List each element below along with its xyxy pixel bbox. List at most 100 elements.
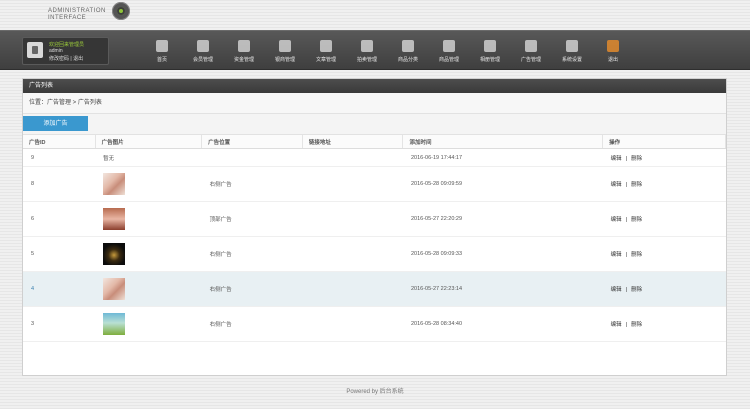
settings-icon (566, 40, 578, 52)
divider: | (625, 287, 628, 293)
edit-link[interactable]: 编辑 (611, 217, 622, 223)
nav-label: 相册管理 (479, 57, 500, 63)
nav-item-8[interactable]: 相册管理 (473, 31, 507, 69)
delete-link[interactable]: 删除 (631, 217, 642, 223)
add-ad-button[interactable]: 添加广告 (23, 116, 88, 131)
cell-link (302, 271, 403, 307)
cell-actions: 编辑 | 删除 (602, 166, 726, 202)
cell-time: 2016-05-27 22:20:29 (402, 201, 603, 237)
ad-thumbnail (103, 208, 126, 230)
cell-time: 2016-05-28 08:34:40 (402, 306, 603, 342)
brand-title: ADMINISTRATION INTERFACE (48, 8, 106, 22)
cell-time: 2016-05-28 09:09:33 (402, 236, 603, 272)
nav-item-3[interactable]: 银商管理 (268, 31, 302, 69)
cell-image: 暂无 (95, 148, 202, 167)
cell-actions: 编辑 | 删除 (602, 236, 726, 272)
users-icon (197, 40, 209, 52)
column-header: 广告位置 (201, 135, 303, 149)
goods-icon (443, 40, 455, 52)
main-navbar: 欢迎回来管理员 admin 修改密码 | 退出 首页 会员管理 资金管理 银商管理 文章… (0, 30, 750, 70)
breadcrumb: 位置：广告管理 > 广告列表 (23, 93, 726, 114)
nav-item-11[interactable]: 退出 (596, 31, 630, 69)
nav-label: 广告管理 (520, 57, 541, 63)
table-row: 9 暂无 2016-06-19 17:44:17 编辑 | 删除 (23, 148, 726, 167)
user-box: 欢迎回来管理员 admin 修改密码 | 退出 (22, 37, 109, 65)
nav-label: 会员管理 (192, 57, 213, 63)
nav-label: 商品管理 (438, 57, 459, 63)
divider: | (625, 322, 628, 328)
edit-link[interactable]: 编辑 (611, 252, 622, 258)
toolbar: 添加广告 (23, 114, 726, 135)
cell-image (95, 306, 202, 342)
edit-link[interactable]: 编辑 (611, 322, 622, 328)
cell-position: 右侧广告 (201, 271, 303, 307)
delete-link[interactable]: 删除 (631, 156, 642, 162)
cell-image (95, 166, 202, 202)
delete-link[interactable]: 删除 (631, 287, 642, 293)
column-header: 广告图片 (95, 135, 203, 149)
cell-actions: 编辑 | 删除 (602, 201, 726, 237)
nav-label: 文章管理 (315, 57, 336, 63)
cell-id: 9 (23, 148, 96, 167)
table-body: 9 暂无 2016-06-19 17:44:17 编辑 | 删除 8 右侧广告 2016-05-… (23, 148, 726, 342)
exit-icon (607, 40, 619, 52)
nav-item-1[interactable]: 会员管理 (186, 31, 220, 69)
cell-id: 5 (23, 236, 96, 272)
ad-thumbnail (103, 173, 126, 195)
category-icon (402, 40, 414, 52)
cell-image (95, 201, 202, 237)
panel-title: 广告列表 (23, 79, 726, 93)
cell-position (201, 148, 303, 167)
delete-link[interactable]: 删除 (631, 252, 642, 258)
column-header: 操作 (602, 135, 726, 149)
column-header: 链接地址 (302, 135, 404, 149)
delete-link[interactable]: 删除 (631, 322, 642, 328)
nav-item-9[interactable]: 广告管理 (514, 31, 548, 69)
nav-item-0[interactable]: 首页 (145, 31, 179, 69)
nav-item-7[interactable]: 商品管理 (432, 31, 466, 69)
edit-link[interactable]: 编辑 (611, 287, 622, 293)
ad-table: 广告ID 广告图片 广告位置 链接地址 添加时间 操作 9 暂无 2016-06-19 17:… (23, 135, 726, 342)
nav-label: 拍卖管理 (356, 57, 377, 63)
avatar (27, 42, 43, 58)
username: admin (49, 48, 63, 54)
cell-position: 顶部广告 (201, 201, 303, 237)
ad-list-panel: 广告列表 位置：广告管理 > 广告列表 添加广告 广告ID 广告图片 广告位置 链接地… (22, 78, 727, 376)
nav-label: 商品分类 (397, 57, 418, 63)
nav-item-6[interactable]: 商品分类 (391, 31, 425, 69)
nav-label: 退出 (607, 57, 618, 63)
table-header: 广告ID 广告图片 广告位置 链接地址 添加时间 操作 (23, 135, 726, 149)
delete-link[interactable]: 删除 (631, 182, 642, 188)
divider: | (625, 252, 628, 258)
home-icon (156, 40, 168, 52)
cell-position: 右侧广告 (201, 236, 303, 272)
table-row: 5 右侧广告 2016-05-28 09:09:33 编辑 | 删除 (23, 236, 726, 272)
table-row: 8 右侧广告 2016-05-28 09:09:59 编辑 | 删除 (23, 166, 726, 202)
divider: | (625, 155, 628, 162)
nav-label: 银商管理 (274, 57, 295, 63)
money-icon (238, 40, 250, 52)
brand-line2: INTERFACE (48, 15, 87, 21)
bank-icon (279, 40, 291, 52)
edit-link[interactable]: 编辑 (611, 156, 622, 162)
nav-item-2[interactable]: 资金管理 (227, 31, 261, 69)
column-header: 添加时间 (402, 135, 604, 149)
ad-icon (525, 40, 537, 52)
nav-item-10[interactable]: 系统设置 (555, 31, 589, 69)
cell-actions: 编辑 | 删除 (602, 148, 726, 167)
nav-item-5[interactable]: 拍卖管理 (350, 31, 384, 69)
cell-id: 4 (23, 271, 96, 307)
no-image-text: 暂无 (103, 155, 115, 162)
divider: | (625, 182, 628, 188)
ad-thumbnail (103, 243, 126, 265)
divider: | (625, 217, 628, 223)
cell-link (302, 306, 403, 342)
cell-link (302, 166, 403, 202)
nav-item-4[interactable]: 文章管理 (309, 31, 343, 69)
edit-link[interactable]: 编辑 (611, 182, 622, 188)
cell-image (95, 236, 202, 272)
column-header: 广告ID (23, 135, 96, 149)
cell-link (302, 201, 403, 237)
user-links[interactable]: 修改密码 | 退出 (49, 55, 83, 62)
cell-actions: 编辑 | 删除 (602, 271, 726, 307)
